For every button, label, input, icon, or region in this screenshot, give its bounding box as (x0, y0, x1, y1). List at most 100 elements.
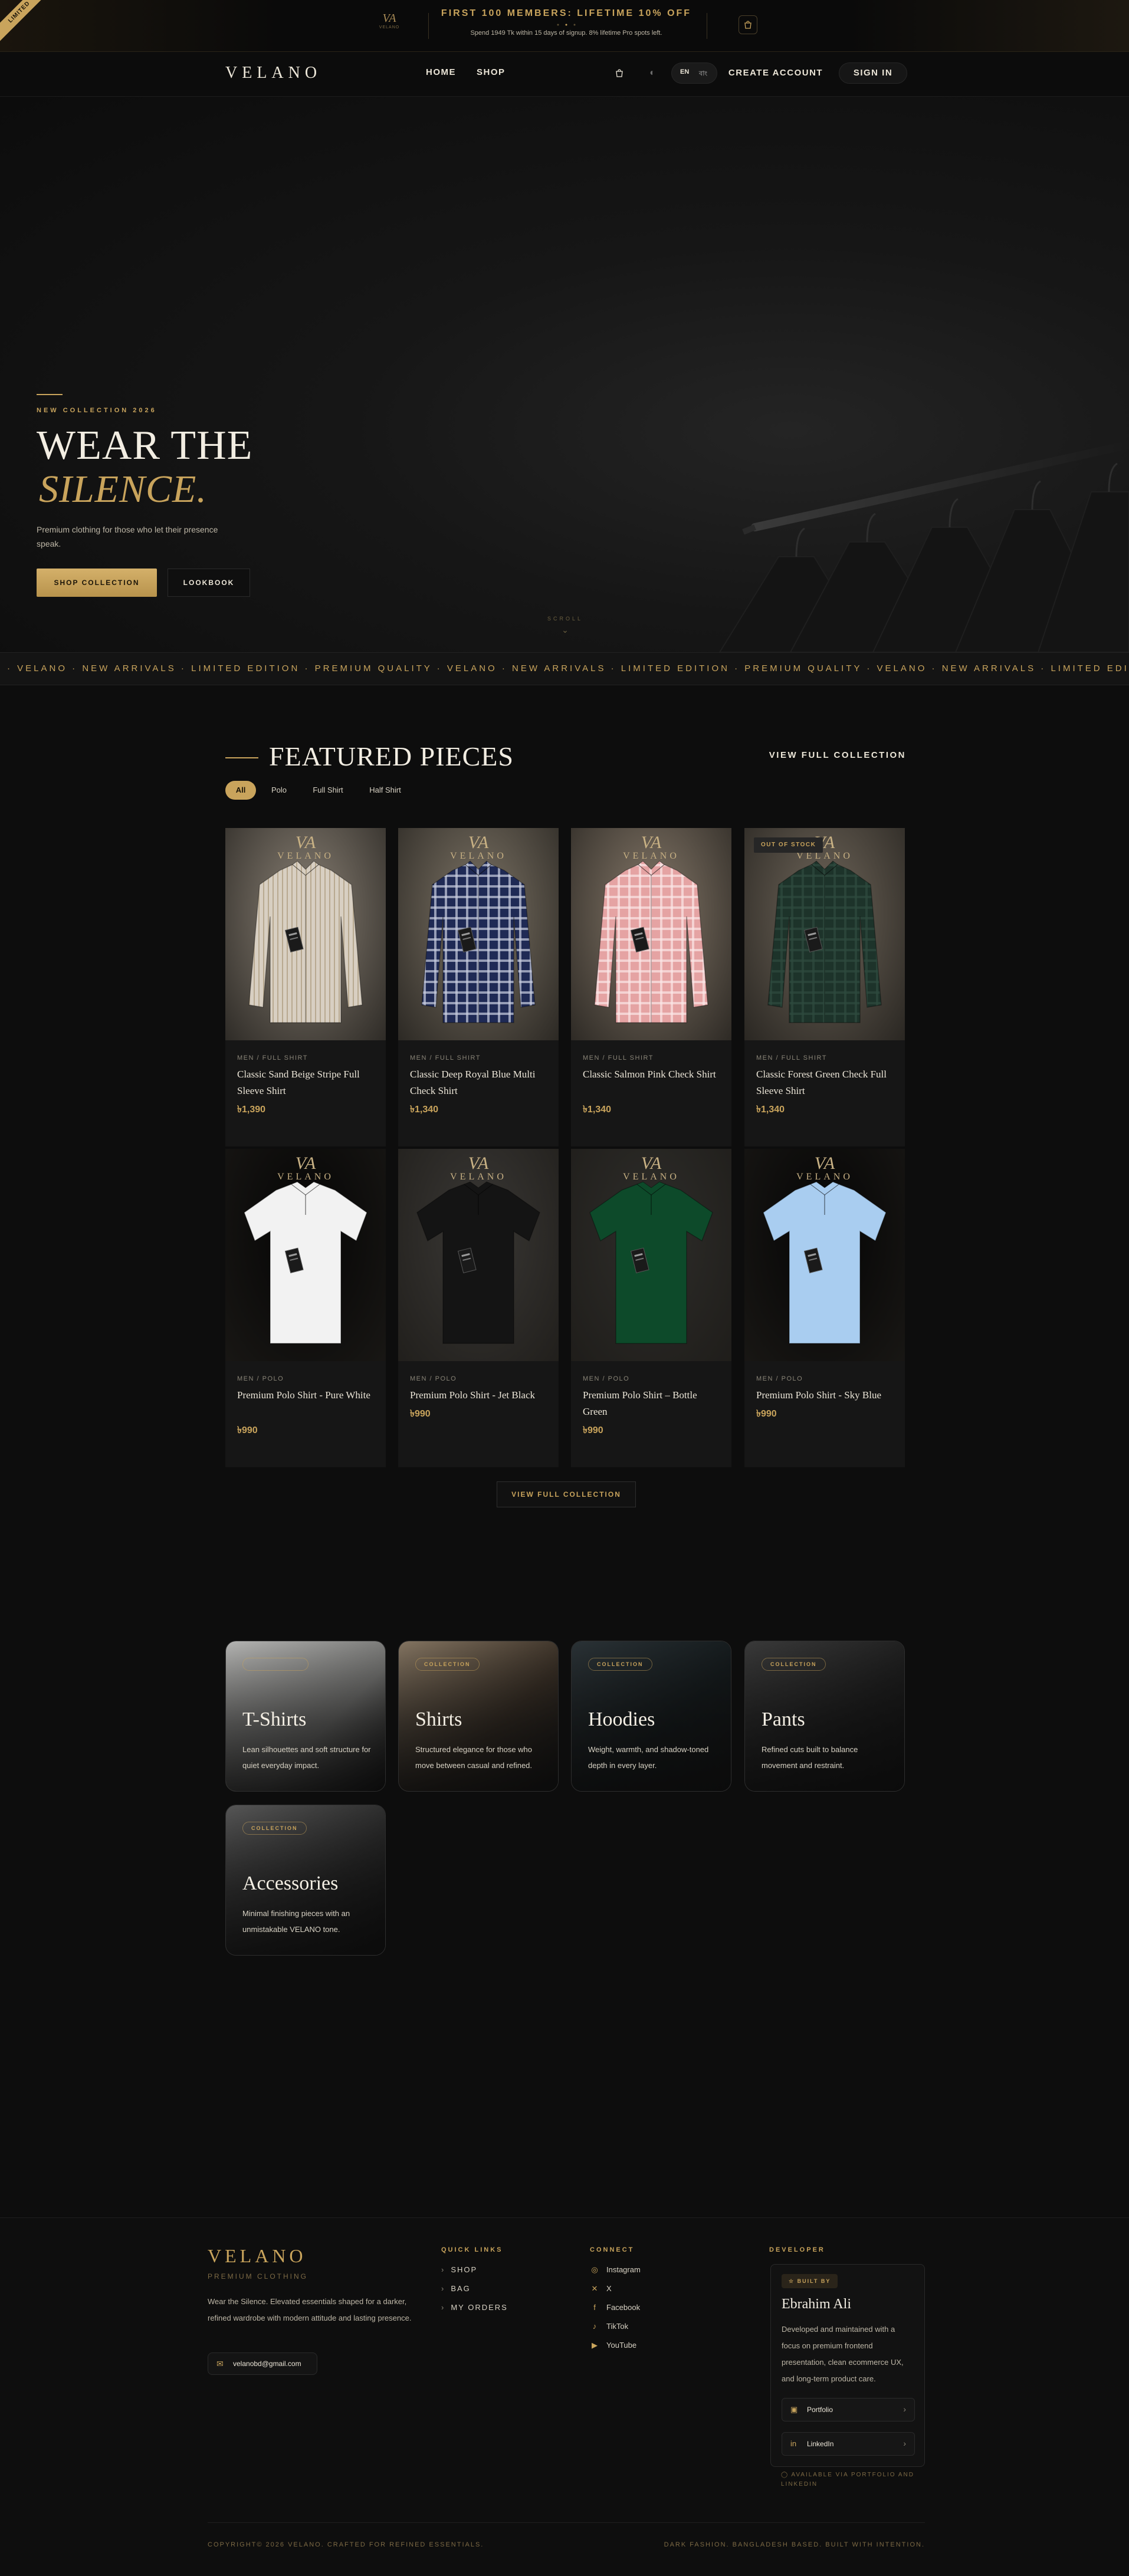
product-name[interactable]: Premium Polo Shirt - Sky Blue (756, 1387, 895, 1404)
product-category: MEN / FULL SHIRT (583, 1054, 654, 1062)
lang-bn-option[interactable]: বাং (699, 68, 707, 80)
product-card[interactable]: VA VELANO MEN / FULL SHIRT Classic Sand Bei… (225, 828, 386, 1146)
shop-collection-button[interactable]: SHOP COLLECTION (37, 569, 157, 597)
filter-chip-all[interactable]: All (225, 781, 256, 800)
product-image[interactable]: VA VELANO (398, 828, 559, 1040)
limited-ribbon: LIMITED (0, 0, 51, 44)
portfolio-link[interactable]: ▣ Portfolio › (782, 2398, 915, 2421)
promo-logo: VA VELANO (378, 12, 401, 40)
social-link-instagram[interactable]: ◎ Instagram (590, 2265, 640, 2275)
product-category: MEN / POLO (583, 1375, 630, 1382)
view-full-collection-link[interactable]: VIEW FULL COLLECTION (767, 750, 906, 760)
footer-link-bag[interactable]: › BAG (441, 2284, 471, 2293)
product-name[interactable]: Premium Polo Shirt - Pure White (237, 1387, 376, 1404)
linkedin-link[interactable]: in LinkedIn › (782, 2432, 915, 2456)
category-description: Minimal finishing pieces with an unmista… (242, 1909, 350, 1934)
brand-logo[interactable]: VELANO (225, 64, 321, 83)
view-full-collection-button[interactable]: VIEW FULL COLLECTION (497, 1481, 636, 1507)
product-card[interactable]: VA VELANO OUT OF STOCK MEN / FULL SHIRT Clas… (744, 828, 905, 1146)
product-name[interactable]: Classic Deep Royal Blue Multi Check Shir… (410, 1066, 549, 1099)
watermark-text: VELANO (623, 851, 680, 861)
category-tile-accessories[interactable]: COLLECTION Accessories Minimal finishing p… (225, 1805, 386, 1956)
sign-in-button[interactable]: SIGN IN (839, 63, 907, 84)
footer-email-button[interactable]: ✉ velanobd@gmail.com (208, 2352, 317, 2375)
category-tile-shirts[interactable]: COLLECTION Shirts Structured elegance for … (398, 1641, 559, 1792)
category-tile-t-shirts[interactable]: T-Shirts Lean silhouettes and soft struct… (225, 1641, 386, 1792)
hero-eyebrow: NEW COLLECTION 2026 (37, 407, 157, 414)
nav-home-link[interactable]: HOME (426, 67, 456, 77)
product-name[interactable]: Premium Polo Shirt – Bottle Green (583, 1387, 722, 1420)
category-tile-hoodies[interactable]: COLLECTION Hoodies Weight, warmth, and sha… (571, 1641, 731, 1792)
product-card[interactable]: VA VELANO MEN / POLO Premium Polo Shirt – B… (571, 1149, 731, 1467)
x-icon: ✕ (591, 2284, 598, 2293)
product-price: ৳990 (583, 1425, 603, 1435)
category-name: Pants (762, 1708, 805, 1730)
filter-chip-half-shirt[interactable]: Half Shirt (361, 781, 409, 800)
nav-shop-link[interactable]: SHOP (477, 67, 506, 77)
promo-title: FIRST 100 MEMBERS: LIFETIME 10% OFF (441, 8, 692, 18)
product-name[interactable]: Classic Forest Green Check Full Sleeve S… (756, 1066, 895, 1099)
social-link-tiktok[interactable]: ♪ TikTok (590, 2322, 628, 2331)
social-link-x[interactable]: ✕ X (590, 2284, 612, 2294)
product-card[interactable]: VA VELANO MEN / POLO Premium Polo Shirt - S… (744, 1149, 905, 1467)
watermark-monogram: VA (814, 1154, 835, 1173)
category-name: Accessories (242, 1872, 339, 1894)
hero-title-line2: SILENCE. (39, 468, 207, 511)
language-switch[interactable]: EN বাং (671, 63, 717, 84)
linkedin-label: LinkedIn (807, 2440, 834, 2448)
chevron-right-icon: › (903, 2404, 906, 2414)
product-card[interactable]: VA VELANO MEN / FULL SHIRT Classic Salmon P… (571, 828, 731, 1146)
product-info: MEN / POLO Premium Polo Shirt - Jet Black… (398, 1361, 559, 1467)
main-navigation: VELANO HOME SHOP ◐ EN বাং CREATE ACCOUNT… (0, 52, 1129, 97)
hero-description: Premium clothing for those who let their… (37, 525, 218, 548)
product-price: ৳1,390 (237, 1105, 266, 1115)
create-account-button[interactable]: CREATE ACCOUNT (726, 63, 826, 84)
footer-link-label: SHOP (451, 2265, 478, 2274)
product-info: MEN / POLO Premium Polo Shirt - Pure Whit… (225, 1361, 386, 1467)
promo-dots (557, 24, 576, 26)
filter-chip-polo[interactable]: Polo (263, 781, 295, 800)
product-image[interactable]: VA VELANO (225, 828, 386, 1040)
theme-toggle-icon[interactable]: ◐ (643, 64, 662, 83)
product-image[interactable]: VA VELANO (744, 1149, 905, 1361)
category-name: T-Shirts (242, 1708, 307, 1730)
filter-chip-full-shirt[interactable]: Full Shirt (303, 781, 353, 800)
developer-availability-note: ◯ AVAILABLE VIA PORTFOLIO AND LINKEDIN (781, 2472, 914, 2488)
category-description: Structured elegance for those who move b… (415, 1745, 533, 1770)
product-category: MEN / FULL SHIRT (237, 1054, 308, 1062)
footer-divider (208, 2522, 925, 2523)
product-image[interactable]: VA VELANO OUT OF STOCK (744, 828, 905, 1040)
product-card[interactable]: VA VELANO MEN / FULL SHIRT Classic Deep Roy… (398, 828, 559, 1146)
product-image[interactable]: VA VELANO (225, 1149, 386, 1361)
velano-watermark: VA VELANO (225, 1155, 386, 1182)
footer-tagline: PREMIUM CLOTHING (208, 2272, 308, 2281)
product-info: MEN / FULL SHIRT Classic Deep Royal Blue … (398, 1040, 559, 1146)
social-link-facebook[interactable]: f Facebook (590, 2303, 640, 2312)
social-link-youtube[interactable]: ▶ YouTube (590, 2341, 636, 2350)
watermark-text: VELANO (796, 1172, 853, 1182)
footer-link-label: BAG (451, 2284, 471, 2293)
lookbook-button[interactable]: LOOKBOOK (168, 569, 250, 597)
youtube-icon: ▶ (592, 2341, 598, 2350)
product-name[interactable]: Classic Sand Beige Stripe Full Sleeve Sh… (237, 1066, 376, 1099)
category-tile-pants[interactable]: COLLECTION Pants Refined cuts built to bal… (744, 1641, 905, 1792)
lang-en-option[interactable]: EN (680, 68, 689, 75)
social-label: YouTube (606, 2341, 637, 2350)
chevron-down-icon[interactable]: ⌄ (559, 625, 571, 635)
product-name[interactable]: Premium Polo Shirt - Jet Black (410, 1387, 549, 1404)
product-card[interactable]: VA VELANO MEN / POLO Premium Polo Shirt - P… (225, 1149, 386, 1467)
product-image[interactable]: VA VELANO (398, 1149, 559, 1361)
velano-watermark: VA VELANO (744, 1155, 905, 1182)
cart-icon[interactable] (610, 64, 629, 83)
clothes-rack-illustration (718, 441, 1129, 652)
product-image[interactable]: VA VELANO (571, 828, 731, 1040)
product-card[interactable]: VA VELANO MEN / POLO Premium Polo Shirt - J… (398, 1149, 559, 1467)
social-label: Facebook (606, 2303, 641, 2312)
product-name[interactable]: Classic Salmon Pink Check Shirt (583, 1066, 722, 1083)
footer-link-my-orders[interactable]: › MY ORDERS (441, 2303, 508, 2312)
shopping-bag-icon[interactable] (739, 15, 757, 34)
footer-link-shop[interactable]: › SHOP (441, 2265, 477, 2274)
portfolio-label: Portfolio (807, 2406, 833, 2414)
product-image[interactable]: VA VELANO (571, 1149, 731, 1361)
footer-brand[interactable]: VELANO (208, 2245, 307, 2267)
